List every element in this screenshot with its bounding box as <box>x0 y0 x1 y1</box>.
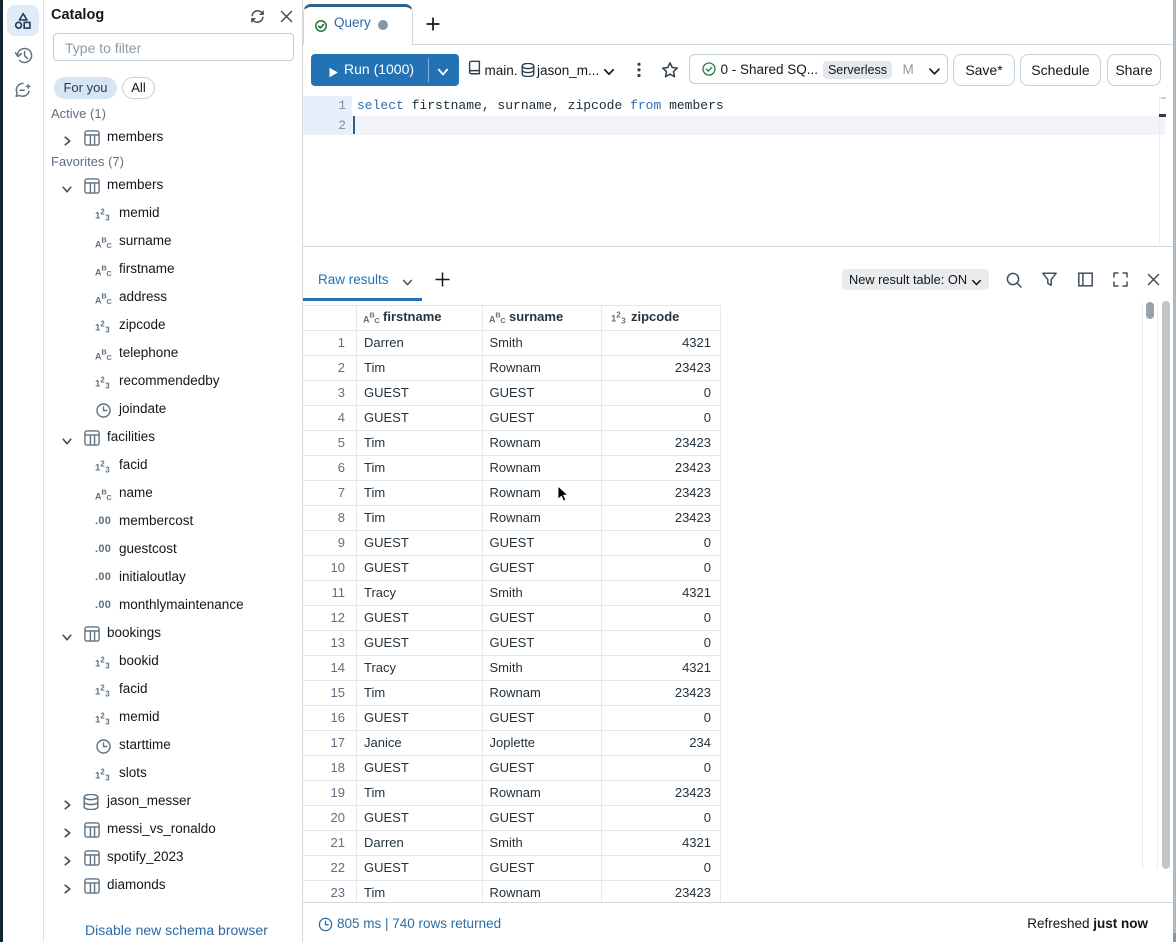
svg-text:3: 3 <box>105 213 110 222</box>
svg-text:C: C <box>106 269 112 278</box>
svg-text:3: 3 <box>105 381 110 390</box>
svg-text:3: 3 <box>105 661 110 670</box>
svg-text:3: 3 <box>105 689 110 698</box>
svg-text:3: 3 <box>105 325 110 334</box>
svg-text:C: C <box>106 493 112 502</box>
svg-text:C: C <box>106 353 112 362</box>
svg-text:3: 3 <box>105 465 110 474</box>
svg-text:3: 3 <box>105 773 110 782</box>
svg-text:C: C <box>106 241 112 250</box>
svg-text:C: C <box>106 297 112 306</box>
svg-text:3: 3 <box>105 717 110 726</box>
